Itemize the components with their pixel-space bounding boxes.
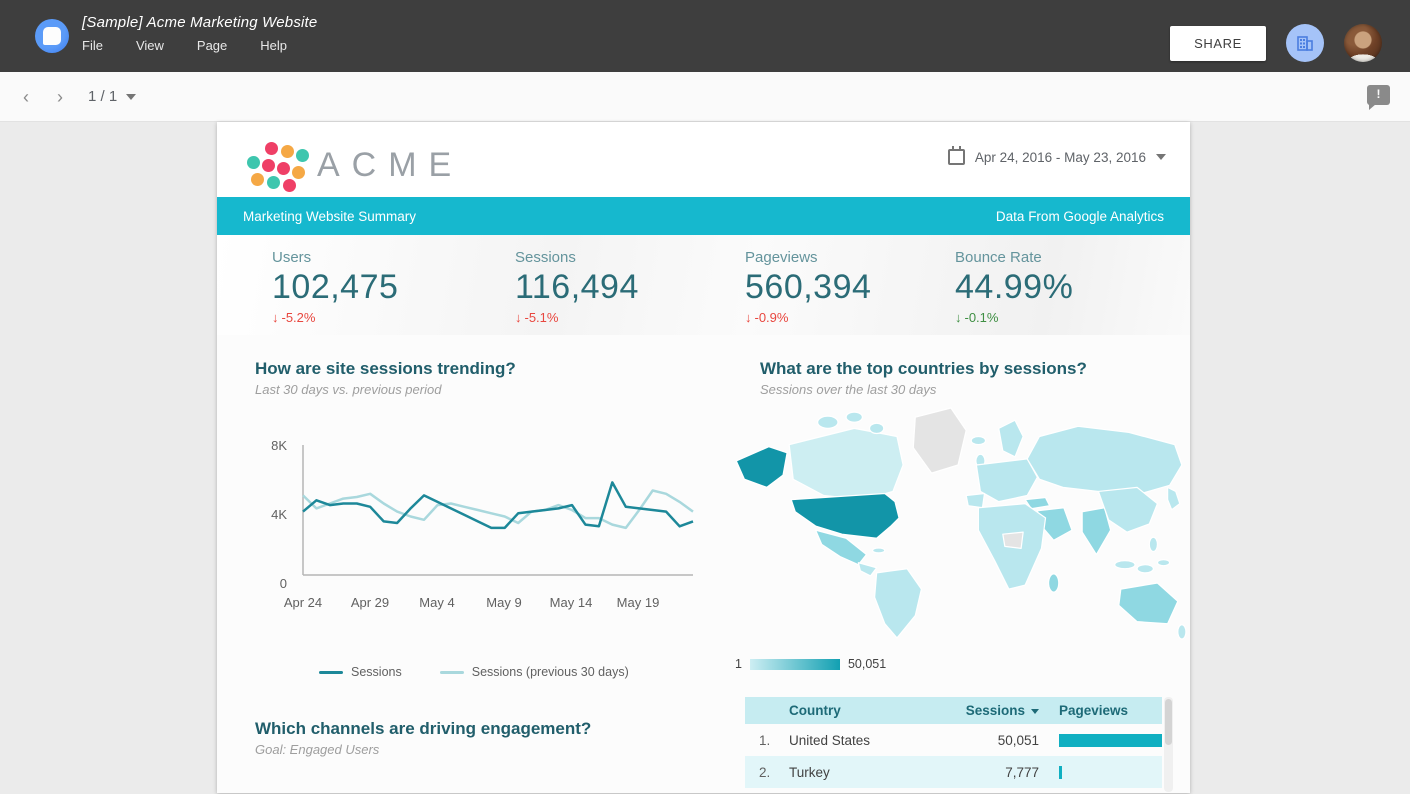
band-left-label: Marketing Website Summary bbox=[243, 209, 416, 224]
sort-desc-icon bbox=[1031, 709, 1039, 714]
chevron-down-icon bbox=[126, 94, 136, 100]
building-icon bbox=[1295, 33, 1315, 53]
table-row: 2. Turkey 7,777 bbox=[745, 756, 1162, 788]
table-row: 1. United States 50,051 bbox=[745, 724, 1162, 756]
band-right-label: Data From Google Analytics bbox=[996, 209, 1164, 224]
countries-table[interactable]: Country Sessions Pageviews 1. United Sta… bbox=[745, 697, 1162, 788]
report-workspace: ACME Apr 24, 2016 - May 23, 2016 Marketi… bbox=[0, 122, 1410, 794]
down-arrow-icon: ↓ bbox=[955, 310, 962, 325]
pageviews-bar bbox=[1059, 766, 1062, 779]
scorecard-bounce-rate: Bounce Rate 44.99% ↓ -0.1% bbox=[955, 249, 1073, 325]
trend-section-header: How are site sessions trending? Last 30 … bbox=[255, 359, 516, 397]
summary-band: Marketing Website Summary Data From Goog… bbox=[217, 197, 1190, 235]
menu-bar: File View Page Help bbox=[82, 38, 287, 53]
pageviews-bar bbox=[1059, 734, 1162, 747]
menu-page[interactable]: Page bbox=[197, 38, 227, 53]
date-range-picker[interactable]: Apr 24, 2016 - May 23, 2016 bbox=[948, 149, 1166, 165]
series2-swatch bbox=[440, 671, 464, 674]
menu-help[interactable]: Help bbox=[260, 38, 287, 53]
table-header-row: Country Sessions Pageviews bbox=[745, 697, 1162, 724]
gradient-bar bbox=[750, 659, 840, 670]
top-app-bar: [Sample] Acme Marketing Website File Vie… bbox=[0, 0, 1410, 72]
chevron-down-icon bbox=[1156, 154, 1166, 160]
down-arrow-icon: ↓ bbox=[515, 310, 522, 325]
line-chart-plot bbox=[297, 445, 697, 587]
legend-max: 50,051 bbox=[848, 657, 886, 671]
report-title: [Sample] Acme Marketing Website bbox=[82, 14, 317, 31]
content-area: How are site sessions trending? Last 30 … bbox=[217, 335, 1190, 793]
data-studio-logo-icon[interactable] bbox=[35, 19, 69, 53]
user-avatar[interactable] bbox=[1344, 24, 1382, 62]
page-indicator-text: 1 / 1 bbox=[88, 88, 117, 105]
chart-legend: Sessions Sessions (previous 30 days) bbox=[319, 665, 629, 679]
map-section-header: What are the top countries by sessions? … bbox=[760, 359, 1087, 397]
menu-view[interactable]: View bbox=[136, 38, 164, 53]
down-arrow-icon: ↓ bbox=[272, 310, 279, 325]
previous-page-button[interactable]: ‹ bbox=[14, 85, 38, 109]
world-geo-map[interactable] bbox=[722, 401, 1190, 647]
bottom-strip bbox=[0, 794, 1410, 810]
legend-min: 1 bbox=[735, 657, 742, 671]
share-button[interactable]: SHARE bbox=[1170, 26, 1266, 61]
col-country[interactable]: Country bbox=[789, 703, 939, 718]
table-scrollbar[interactable] bbox=[1164, 697, 1173, 792]
scorecard-band: Users 102,475 ↓ -5.2% Sessions 116,494 ↓… bbox=[217, 235, 1190, 335]
channels-section-header: Which channels are driving engagement? G… bbox=[255, 719, 591, 757]
choropleth-map bbox=[722, 401, 1190, 647]
sessions-trend-chart[interactable]: 8K 4K 0 Apr 24 Apr 29 May 4 May 9 May 14… bbox=[257, 445, 697, 645]
scorecard-sessions: Sessions 116,494 ↓ -5.1% bbox=[515, 249, 639, 325]
series1-swatch bbox=[319, 671, 343, 674]
report-canvas: ACME Apr 24, 2016 - May 23, 2016 Marketi… bbox=[217, 122, 1190, 793]
organization-icon[interactable] bbox=[1286, 24, 1324, 62]
col-sessions[interactable]: Sessions bbox=[939, 703, 1047, 718]
feedback-icon[interactable]: ! bbox=[1367, 85, 1390, 105]
brand-wordmark: ACME bbox=[317, 146, 463, 185]
scorecard-users: Users 102,475 ↓ -5.2% bbox=[272, 249, 398, 325]
viewer-toolbar: ‹ › 1 / 1 ! bbox=[0, 72, 1410, 122]
acme-logo bbox=[245, 140, 307, 196]
scorecard-pageviews: Pageviews 560,394 ↓ -0.9% bbox=[745, 249, 871, 325]
calendar-icon bbox=[948, 149, 965, 165]
page-selector[interactable]: 1 / 1 bbox=[88, 88, 136, 105]
next-page-button[interactable]: › bbox=[48, 85, 72, 109]
col-pageviews[interactable]: Pageviews bbox=[1047, 703, 1162, 718]
map-color-legend: 1 50,051 bbox=[735, 657, 886, 671]
date-range-text: Apr 24, 2016 - May 23, 2016 bbox=[975, 150, 1146, 165]
menu-file[interactable]: File bbox=[82, 38, 103, 53]
down-arrow-icon: ↓ bbox=[745, 310, 752, 325]
